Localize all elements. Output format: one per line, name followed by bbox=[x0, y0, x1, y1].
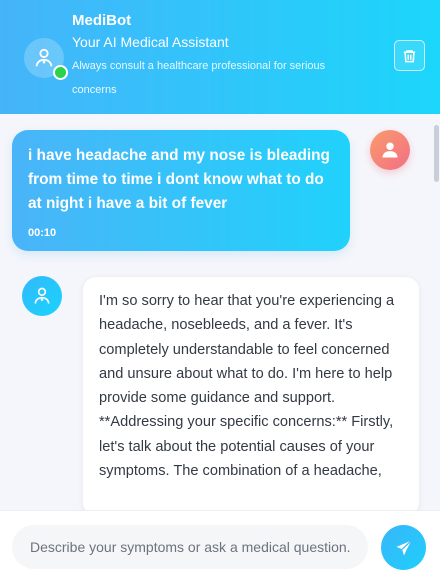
doctor-icon bbox=[34, 287, 50, 304]
chat-header: MediBot Your AI Medical Assistant Always… bbox=[0, 0, 440, 114]
medical-disclaimer: Always consult a healthcare professional… bbox=[72, 60, 326, 96]
user-avatar bbox=[370, 130, 410, 170]
trash-icon bbox=[403, 49, 416, 62]
app-subtitle: Your AI Medical Assistant bbox=[72, 34, 229, 50]
online-status-indicator bbox=[53, 65, 68, 80]
symptom-input[interactable] bbox=[12, 525, 368, 569]
chat-scrollbar[interactable] bbox=[434, 125, 439, 182]
bot-message-bubble: I'm so sorry to hear that you're experie… bbox=[82, 276, 420, 516]
user-message-text: i have headache and my nose is bleading … bbox=[28, 147, 330, 212]
bot-profile-avatar bbox=[24, 38, 68, 80]
bot-message-text: I'm so sorry to hear that you're experie… bbox=[99, 293, 395, 480]
bot-avatar bbox=[22, 276, 62, 316]
send-button[interactable] bbox=[381, 525, 426, 570]
message-composer bbox=[0, 510, 440, 582]
send-icon bbox=[396, 539, 412, 555]
user-icon bbox=[382, 142, 398, 158]
user-message-bubble: i have headache and my nose is bleading … bbox=[12, 130, 350, 251]
app-name: MediBot bbox=[72, 12, 132, 29]
message-timestamp: 00:10 bbox=[28, 227, 57, 239]
clear-chat-button[interactable] bbox=[394, 40, 425, 71]
